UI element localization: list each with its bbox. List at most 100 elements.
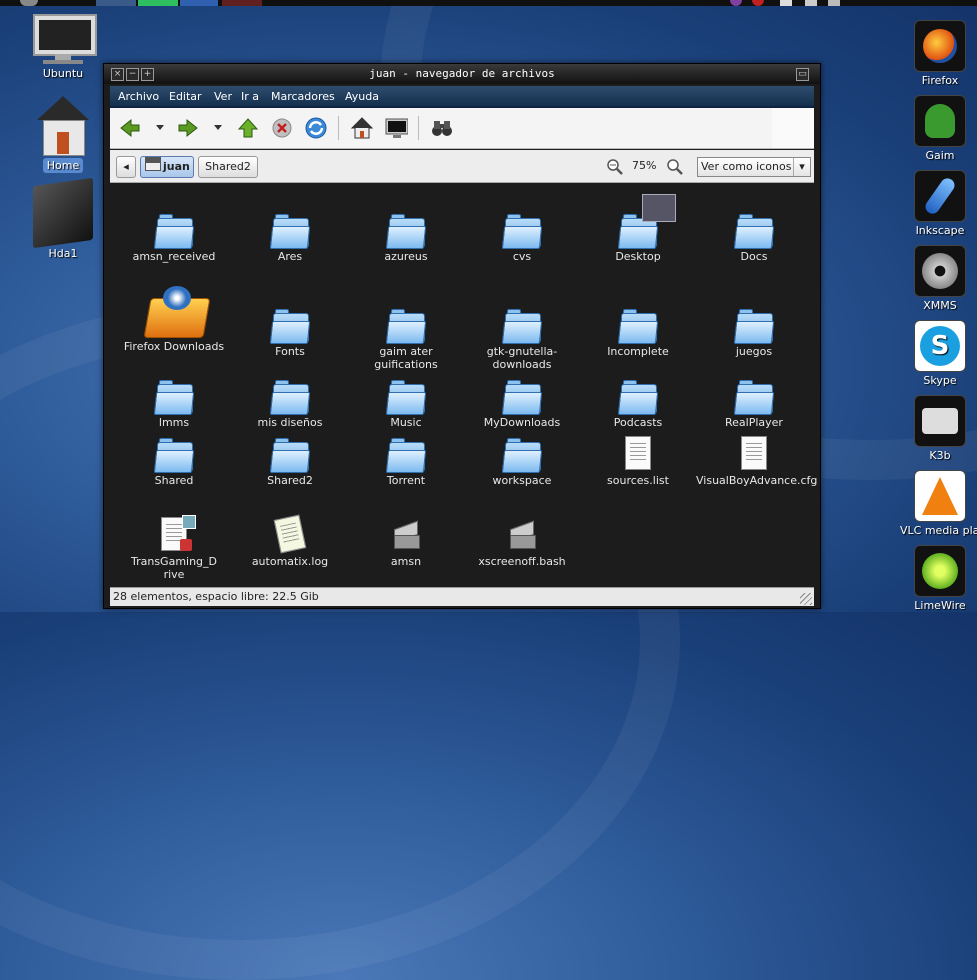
zoom-out-button[interactable] [606,158,624,179]
file-item[interactable]: lmms [116,372,232,429]
desktop-icon-hda1[interactable]: Hda1 [18,177,108,261]
path-button-juan[interactable]: juan [140,156,194,178]
desktop-icon-label: Hda1 [48,247,78,260]
dock-inkscape[interactable]: Inkscape [900,170,977,237]
stop-button[interactable] [270,116,294,140]
folder-icon [617,380,659,415]
xmms-icon [914,245,966,297]
file-label: TransGaming_Drive [130,555,218,581]
file-item[interactable]: Docs [696,206,812,263]
desktop-icon-label: Home [42,158,84,173]
file-item[interactable]: gaim ater guifications [348,301,464,371]
dock-k3b[interactable]: K3b [900,395,977,462]
search-binoculars-icon [432,121,452,136]
dock-skype[interactable]: S Skype [900,320,977,387]
file-item[interactable]: Torrent [348,430,464,487]
dock-gaim[interactable]: Gaim [900,95,977,162]
file-item[interactable]: automatix.log [232,511,348,568]
dock-xmms[interactable]: XMMS [900,245,977,312]
menu-ir-a[interactable]: Ir a [241,90,259,103]
symlink-emblem-icon [182,515,196,529]
file-item[interactable]: Desktop [580,194,696,263]
view-mode-select[interactable]: Ver como iconos ▾ [697,157,811,177]
file-item[interactable]: juegos [696,301,812,358]
back-history-dropdown[interactable] [156,125,164,130]
file-item[interactable]: Shared2 [232,430,348,487]
tray-icon[interactable] [780,0,792,6]
file-item[interactable]: Incomplete [580,301,696,358]
up-button[interactable] [236,116,260,140]
desktop-icon-ubuntu[interactable]: Ubuntu [18,14,108,81]
file-item[interactable]: amsn [348,511,464,568]
file-label: amsn_received [132,250,216,263]
file-item[interactable]: MyDownloads [464,372,580,429]
file-item[interactable]: Podcasts [580,372,696,429]
file-item[interactable]: Fonts [232,301,348,358]
volume-icon[interactable] [805,0,817,6]
path-button-shared2[interactable]: Shared2 [198,156,258,178]
file-item[interactable]: RealPlayer [696,372,812,429]
toolbar-throbber [772,108,814,148]
file-item[interactable]: workspace [464,430,580,487]
network-monitor [180,0,218,6]
back-button[interactable] [118,116,142,140]
file-label: workspace [492,474,552,487]
dock-label: XMMS [923,299,957,312]
search-button[interactable] [430,116,454,140]
file-item[interactable]: TransGaming_Drive [116,511,232,581]
file-label: automatix.log [251,555,329,568]
lock-emblem-icon [180,539,192,551]
folder-icon [385,309,427,344]
file-item[interactable]: Firefox Downloads [116,276,232,353]
dock-firefox[interactable]: Firefox [900,20,977,87]
executable-icon [507,520,537,551]
monitor-icon [29,14,97,64]
file-item[interactable]: Ares [232,206,348,263]
back-arrow-icon [120,118,140,138]
file-item[interactable]: Shared [116,430,232,487]
file-item[interactable]: Music [348,372,464,429]
file-item[interactable]: mis diseños [232,372,348,429]
menu-archivo[interactable]: Archivo [118,90,159,103]
tray-icon[interactable] [730,0,742,6]
zoom-level[interactable]: 75% [632,159,656,172]
path-scroll-left-button[interactable]: ◂ [116,156,136,178]
ubuntu-logo-icon[interactable] [20,0,38,6]
file-view[interactable]: amsn_received Ares azureus cvs Desktop D… [110,184,817,586]
desktop-icon-home[interactable]: Home [18,96,108,173]
network-icon[interactable] [828,0,840,6]
file-item[interactable]: amsn_received [116,206,232,263]
home-button[interactable] [350,116,374,140]
home-icon [350,117,374,139]
file-item[interactable]: cvs [464,206,580,263]
menu-ver[interactable]: Ver [214,90,232,103]
file-item[interactable]: sources.list [580,430,696,487]
file-item[interactable]: xscreenoff.bash [464,511,580,568]
file-item[interactable]: azureus [348,206,464,263]
dock-label: Firefox [921,74,959,87]
tray-icon[interactable] [752,0,764,6]
computer-button[interactable] [384,116,408,140]
menu-ayuda[interactable]: Ayuda [345,90,379,103]
resize-grip-icon[interactable] [800,593,812,605]
hard-drive-icon [33,177,93,249]
file-item[interactable]: gtk-gnutella-downloads [464,301,580,371]
chevron-down-icon: ▾ [793,158,810,176]
dock-limewire[interactable]: LimeWire [900,545,977,612]
file-label: xscreenoff.bash [478,555,566,568]
file-item[interactable]: VisualBoyAdvance.cfg [696,430,817,487]
folder-icon [269,214,311,249]
title-bar[interactable]: × − + juan - navegador de archivos ▭ [104,64,820,84]
folder-icon [501,214,543,249]
forward-button[interactable] [176,116,200,140]
forward-history-dropdown[interactable] [214,125,222,130]
shade-window-button[interactable]: ▭ [796,68,809,81]
menu-bar: Archivo Editar Ver Ir a Marcadores Ayuda [110,86,814,108]
dock-vlc[interactable]: VLC media play [900,470,977,537]
zoom-in-button[interactable] [666,158,684,179]
dock-label: Skype [923,374,957,387]
menu-editar[interactable]: Editar [169,90,202,103]
computer-icon [385,118,408,138]
reload-button[interactable] [304,116,328,140]
menu-marcadores[interactable]: Marcadores [271,90,335,103]
